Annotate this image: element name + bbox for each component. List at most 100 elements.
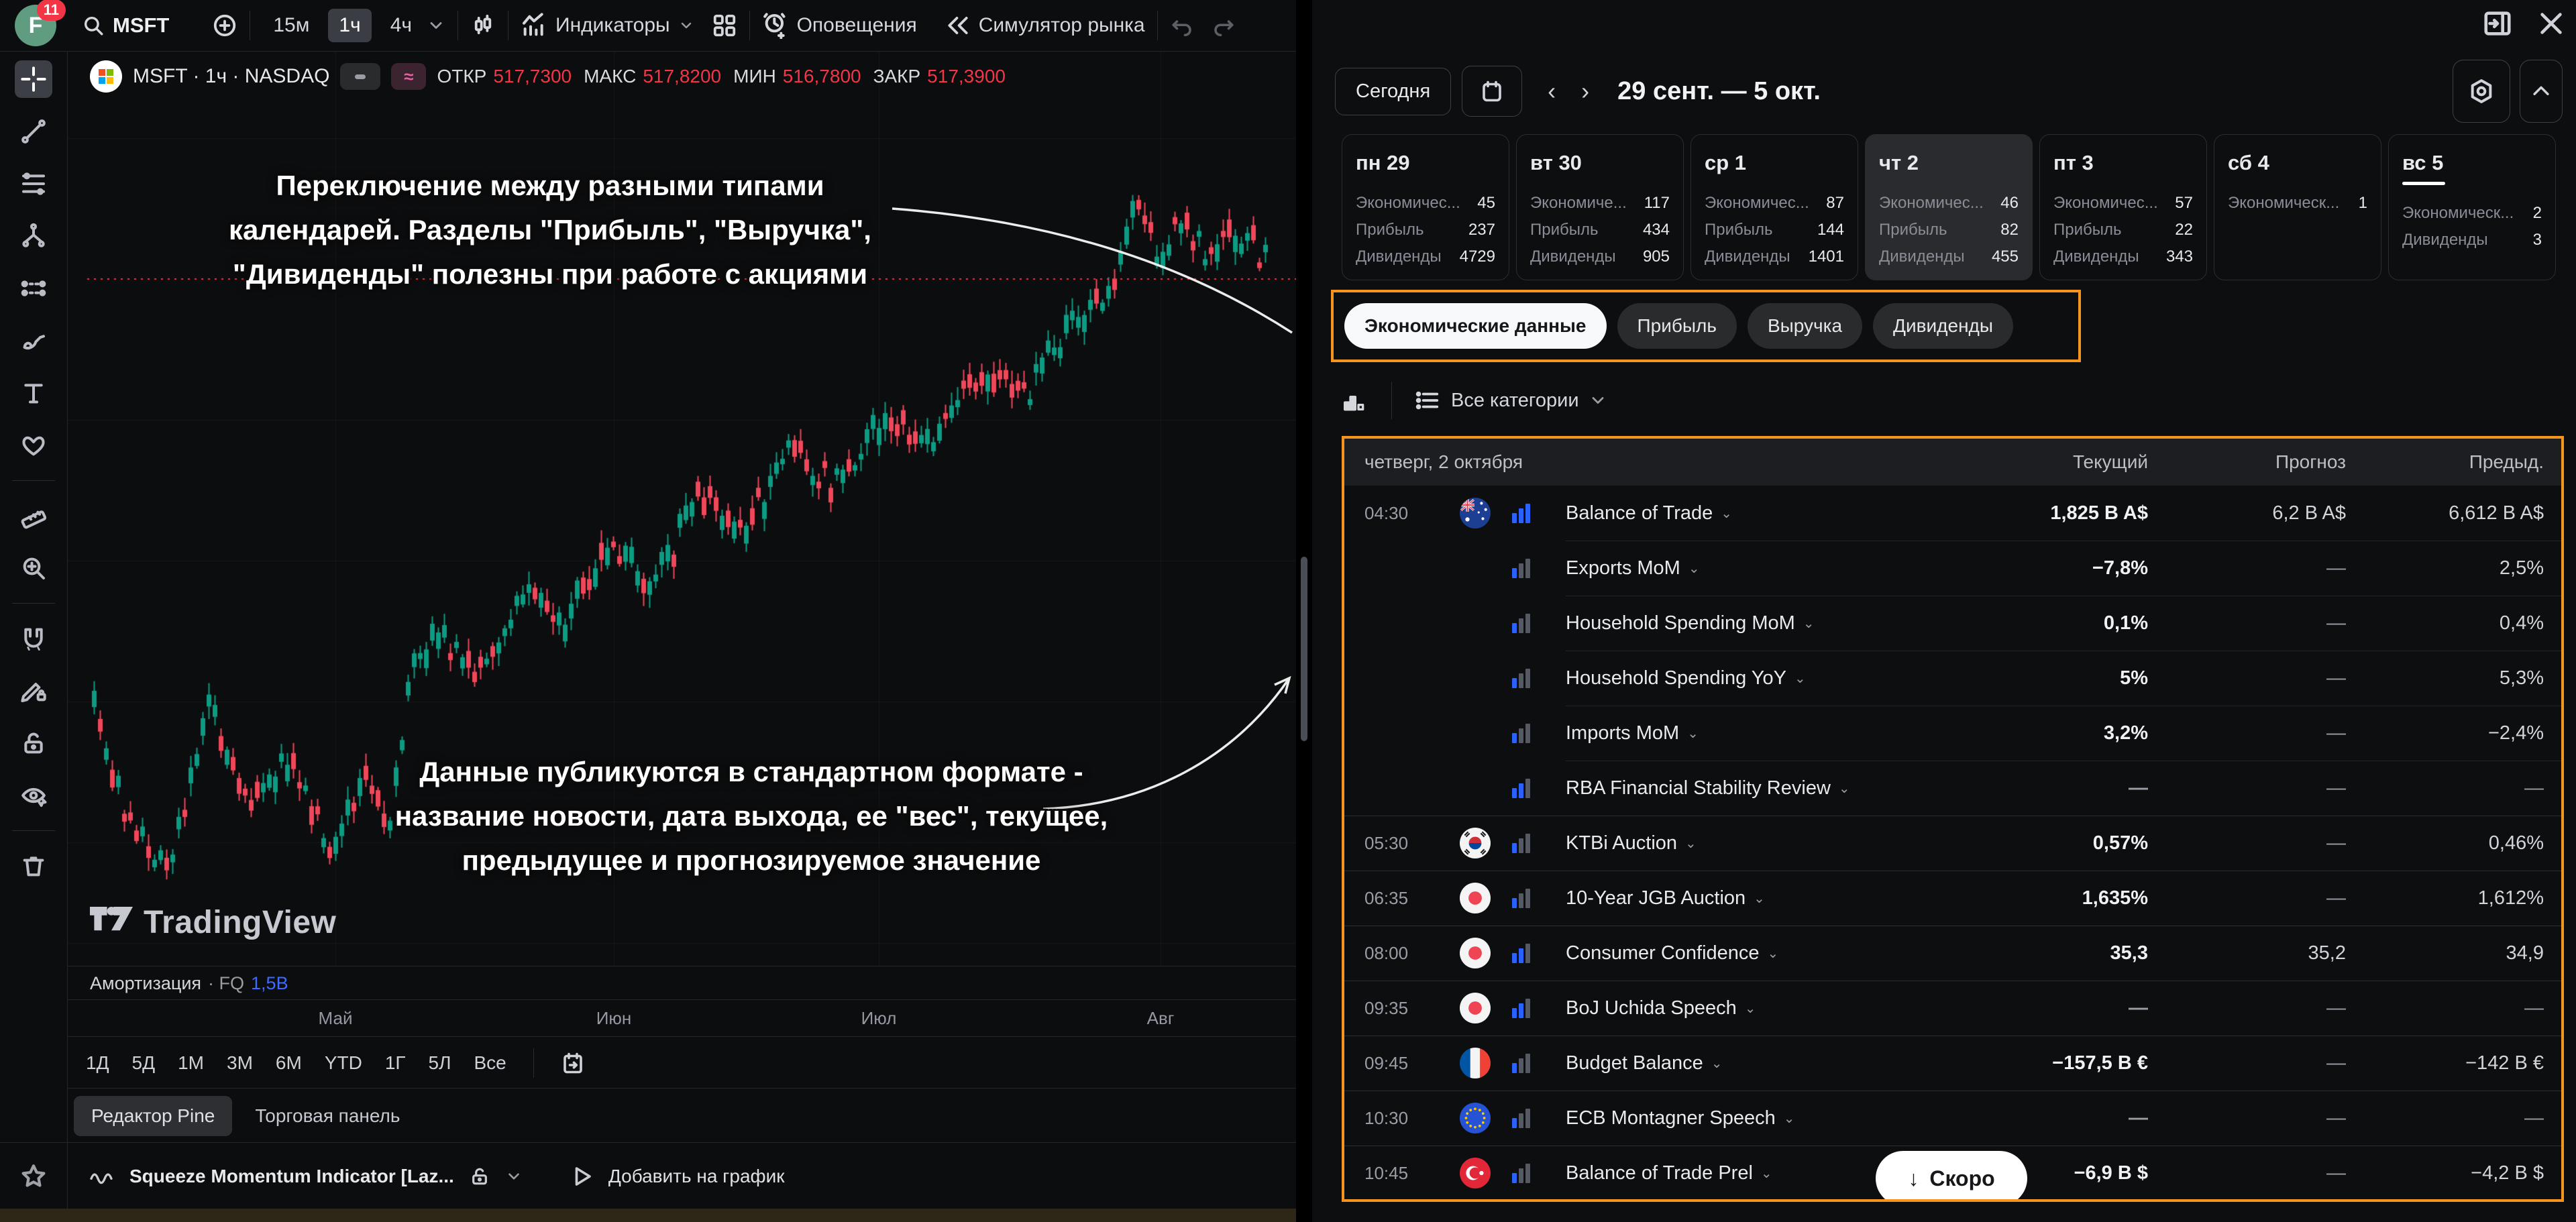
next-week-button[interactable]: › [1581,77,1589,105]
event-row-10-year-jgb-auction[interactable]: 06:3510-Year JGB Auction⌄1,635%—1,612% [1344,871,2561,926]
event-name[interactable]: Consumer Confidence⌄ [1566,942,1950,964]
day-card-пт-3[interactable]: пт 3Экономичес...57Прибыль22Дивиденды343 [2039,134,2207,280]
event-row-budget-balance[interactable]: 09:45Budget Balance⌄−157,5 B €—−142 B € [1344,1036,2561,1091]
market-replay-button[interactable]: Симулятор рынка [945,13,1145,38]
redo-button[interactable] [1212,13,1236,38]
event-row-balance-of-trade[interactable]: 04:30Balance of Trade⌄1,825 B A$6,2 B A$… [1344,486,2561,541]
range-button-6М[interactable]: 6М [276,1052,302,1074]
tab-trading-panel[interactable]: Торговая панель [255,1105,400,1127]
magnet-tool[interactable] [15,620,52,657]
calendar-settings-button[interactable] [2453,60,2510,123]
event-row-household-spending-mom[interactable]: Household Spending MoM⌄0,1%—0,4% [1344,596,2561,651]
emoji-heart-tool[interactable] [15,427,52,464]
event-name[interactable]: BoJ Uchida Speech⌄ [1566,997,1950,1019]
event-name[interactable]: Imports MoM⌄ [1566,722,1950,744]
fib-retracement-tool[interactable] [15,165,52,203]
event-row-exports-mom[interactable]: Exports MoM⌄−7,8%—2,5% [1344,541,2561,596]
tab-экономические-данные[interactable]: Экономические данные [1344,303,1607,349]
script-name[interactable]: Squeeze Momentum Indicator [Laz... [129,1166,454,1187]
undo-button[interactable] [1170,13,1194,38]
day-card-пн-29[interactable]: пн 29Экономичес...45Прибыль237Дивиденды4… [1342,134,1509,280]
trend-line-tool[interactable] [15,113,52,150]
event-row-consumer-confidence[interactable]: 08:00Consumer Confidence⌄35,335,234,9 [1344,926,2561,981]
unlock-icon[interactable] [469,1166,490,1187]
layout-grid-button[interactable] [712,13,737,38]
event-row-ecb-montagner-speech[interactable]: 10:30ECB Montagner Speech⌄——— [1344,1091,2561,1146]
measure-tool[interactable] [15,497,52,535]
event-row-ktbi-auction[interactable]: 05:30KTBi Auction⌄0,57%—0,46% [1344,816,2561,871]
event-name[interactable]: Budget Balance⌄ [1566,1052,1950,1074]
day-card-чт-2[interactable]: чт 2Экономичес...46Прибыль82Дивиденды455 [1865,134,2033,280]
event-row-rba-financial-stability-review[interactable]: RBA Financial Stability Review⌄——— [1344,761,2561,816]
remove-drawings-tool[interactable] [15,847,52,885]
range-button-1Г[interactable]: 1Г [385,1052,406,1074]
event-name[interactable]: ECB Montagner Speech⌄ [1566,1107,1950,1129]
zoom-in-tool[interactable] [15,549,52,587]
tab-дивиденды[interactable]: Дивиденды [1873,303,2013,349]
indicators-button[interactable]: Индикаторы [521,12,694,39]
event-row-household-spending-yoy[interactable]: Household Spending YoY⌄5%—5,3% [1344,651,2561,706]
tab-выручка[interactable]: Выручка [1748,303,1862,349]
timeframe-1ч[interactable]: 1ч [328,9,371,42]
compare-add-button[interactable] [212,13,237,38]
today-button[interactable]: Сегодня [1335,68,1451,115]
user-avatar[interactable]: F 11 [15,5,56,46]
timeframe-15м[interactable]: 15м [262,9,320,42]
pane-label[interactable]: Амортизация [90,973,201,994]
event-name[interactable]: KTBi Auction⌄ [1566,832,1950,854]
day-card-сб-4[interactable]: сб 4Экономическ...1 [2214,134,2381,280]
pattern-tool[interactable] [15,270,52,307]
event-name[interactable]: 10-Year JGB Auction⌄ [1566,887,1950,909]
categories-list-icon[interactable] [1415,388,1440,413]
chevron-down-icon[interactable] [1589,391,1607,410]
range-button-5Д[interactable]: 5Д [132,1052,156,1074]
tab-прибыль[interactable]: Прибыль [1617,303,1737,349]
chevron-down-icon[interactable] [427,16,445,35]
symbol-title[interactable]: MSFT · 1ч · NASDAQ [133,65,329,88]
event-row-boj-uchida-speech[interactable]: 09:35BoJ Uchida Speech⌄——— [1344,981,2561,1036]
day-card-ср-1[interactable]: ср 1Экономичес...87Прибыль144Дивиденды14… [1690,134,1858,280]
open-in-panel-icon[interactable] [2482,8,2513,39]
prev-week-button[interactable]: ‹ [1548,77,1556,105]
range-button-3М[interactable]: 3М [227,1052,253,1074]
favorites-star-button[interactable] [0,1143,68,1209]
range-button-Все[interactable]: Все [474,1052,506,1074]
event-name[interactable]: RBA Financial Stability Review⌄ [1566,777,1950,799]
symbol-search-button[interactable]: MSFT [82,13,169,38]
collapse-panel-button[interactable] [2520,60,2563,123]
event-name[interactable]: Balance of Trade⌄ [1566,502,1950,524]
go-to-date-icon[interactable] [561,1051,585,1075]
text-tool[interactable] [15,374,52,412]
range-button-1М[interactable]: 1М [178,1052,204,1074]
crosshair-tool[interactable] [15,60,52,98]
add-to-chart-play-icon[interactable] [570,1164,594,1188]
lock-all-tool[interactable] [15,724,52,762]
add-to-chart-label[interactable]: Добавить на график [608,1166,785,1187]
chart-style-button[interactable] [470,13,496,38]
categories-label[interactable]: Все категории [1451,390,1579,412]
calendar-picker-button[interactable] [1462,66,1522,117]
hide-drawings-tool[interactable] [15,777,52,814]
drawing-mode-lock-tool[interactable] [15,672,52,710]
tab-pine-editor[interactable]: Редактор Pine [74,1096,232,1136]
range-button-YTD[interactable]: YTD [325,1052,362,1074]
approx-indicator-button[interactable]: ≈ [391,63,426,90]
time-axis[interactable]: МайИюнИюлАвг [67,999,1296,1037]
alerts-button[interactable]: Оповещения [762,12,917,39]
source-toggle-button[interactable] [340,63,380,90]
event-name[interactable]: Exports MoM⌄ [1566,557,1950,579]
event-name[interactable]: Household Spending MoM⌄ [1566,612,1950,634]
event-row-imports-mom[interactable]: Imports MoM⌄3,2%—−2,4% [1344,706,2561,761]
chevron-down-icon[interactable] [505,1168,523,1185]
soon-button[interactable]: ↓ Скоро [1876,1151,2027,1202]
range-button-5Л[interactable]: 5Л [429,1052,451,1074]
day-card-вс-5[interactable]: вс 5Экономическ...2Дивиденды3 [2388,134,2556,280]
brush-tool[interactable] [15,322,52,359]
close-icon[interactable] [2536,8,2567,39]
range-button-1Д[interactable]: 1Д [86,1052,109,1074]
importance-filter-icon[interactable] [1342,387,1368,414]
vertical-scrollbar[interactable] [1301,557,1307,741]
event-name[interactable]: Household Spending YoY⌄ [1566,667,1950,689]
pitchfork-tool[interactable] [15,217,52,255]
chart-canvas-area[interactable]: MSFT · 1ч · NASDAQ ≈ ОТКР517,7300 МАКС51… [67,51,1296,966]
